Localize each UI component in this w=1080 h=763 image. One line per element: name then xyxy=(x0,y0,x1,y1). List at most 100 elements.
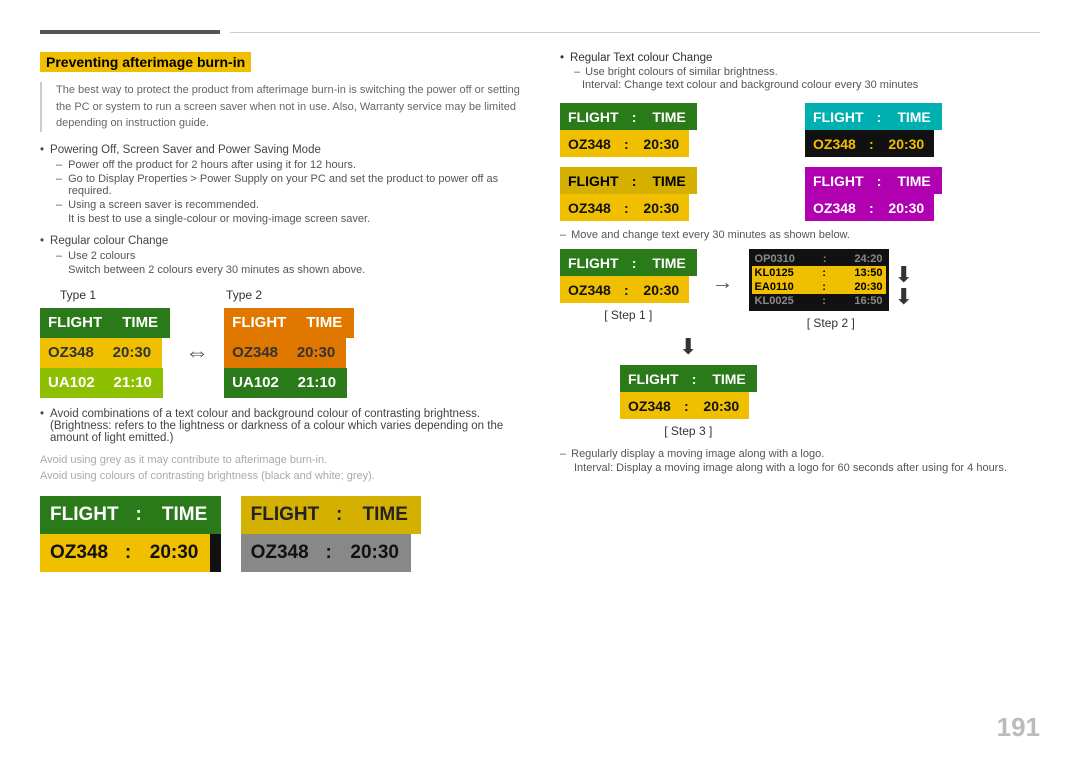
mini-board-2: FLIGHT : TIME OZ348 : 20:30 xyxy=(805,103,1040,157)
top-border-line xyxy=(230,32,1040,33)
content-area: Preventing afterimage burn-in The best w… xyxy=(40,52,1040,572)
top-border xyxy=(40,30,1040,34)
right-arrow: → xyxy=(712,269,734,295)
right-sub-1: – Use bright colours of similar brightne… xyxy=(560,66,1040,78)
bottom-black-colon-data: : xyxy=(118,534,138,572)
right-sub-2: Interval: Change text colour and backgro… xyxy=(560,79,1040,91)
sub-bullet-3: – Using a screen saver is recommended. xyxy=(40,199,530,211)
powering-bullet: • Powering Off, Screen Saver and Power S… xyxy=(40,144,530,156)
type2-oz348: OZ348 xyxy=(224,338,286,368)
type1-ua102: UA102 xyxy=(40,368,103,398)
regular-colour-section: • Regular colour Change – Use 2 colours … xyxy=(40,235,530,276)
type2-2110: 21:10 xyxy=(287,368,347,398)
type2-row1: FLIGHT TIME xyxy=(224,308,354,338)
type2-label: Type 2 xyxy=(226,288,262,302)
step1-2030: 20:30 xyxy=(634,276,689,303)
type2-flight-header: FLIGHT xyxy=(224,308,294,338)
bottom-gray-colon-hdr: : xyxy=(329,496,349,534)
type2-2030: 20:30 xyxy=(286,338,346,368)
bottom-black-colon-hdr: : xyxy=(129,496,149,534)
mb1-oz348: OZ348 xyxy=(560,130,619,157)
avoid-gray-text: Avoid using grey as it may contribute to… xyxy=(40,454,530,466)
steps-row: FLIGHT : TIME OZ348 : 20:30 [ Step 1 ] → xyxy=(560,249,1040,330)
type-section: Type 1 Type 2 FLIGHT TIME OZ348 20:30 xyxy=(40,288,530,398)
step3-flight: FLIGHT xyxy=(620,365,687,392)
mb4-time: TIME xyxy=(887,167,942,194)
type1-board: FLIGHT TIME OZ348 20:30 UA102 21:10 xyxy=(40,308,170,398)
bottom-black-flight: FLIGHT xyxy=(40,496,129,534)
mb2-time: TIME xyxy=(887,103,942,130)
type-boards: FLIGHT TIME OZ348 20:30 UA102 21:10 ⇔ xyxy=(40,308,530,398)
mb1-2030: 20:30 xyxy=(634,130,689,157)
mb4-flight: FLIGHT xyxy=(805,167,872,194)
page: Preventing afterimage burn-in The best w… xyxy=(0,0,1080,763)
scroll-row-4: KL0025:16:50 xyxy=(752,294,886,308)
scroll-row-1: OP0310:24:20 xyxy=(752,252,886,266)
step3-oz348: OZ348 xyxy=(620,392,679,419)
regular-section: – Regularly display a moving image along… xyxy=(560,448,1040,474)
bottom-black-data: OZ348 : 20:30 xyxy=(40,534,221,572)
move-dash: – Move and change text every 30 minutes … xyxy=(560,229,1040,241)
type1-flight-header: FLIGHT xyxy=(40,308,110,338)
mb3-flight: FLIGHT xyxy=(560,167,627,194)
sub-bullet-2: – Go to Display Properties > Power Suppl… xyxy=(40,173,530,197)
bottom-gray-2030: 20:30 xyxy=(339,534,411,572)
bottom-gray-data: OZ348 : 20:30 xyxy=(241,534,422,572)
section-title: Preventing afterimage burn-in xyxy=(40,52,251,72)
type1-oz348: OZ348 xyxy=(40,338,102,368)
arrow-down-2: ⬇ xyxy=(895,286,913,308)
step1-flight: FLIGHT xyxy=(560,249,627,276)
right-bullet: • Regular Text colour Change xyxy=(560,52,1040,64)
type-labels: Type 1 Type 2 xyxy=(40,288,530,302)
powering-section: • Powering Off, Screen Saver and Power S… xyxy=(40,144,530,225)
step3-time: TIME xyxy=(702,365,757,392)
exchange-arrow: ⇔ xyxy=(185,339,209,367)
reg-dash: – Regularly display a moving image along… xyxy=(560,448,1040,460)
mb3-colon2: : xyxy=(619,194,634,221)
bottom-black-oz348: OZ348 xyxy=(40,534,118,572)
type1-time-header: TIME xyxy=(110,308,170,338)
bottom-gray-colon-data: : xyxy=(319,534,339,572)
mb1-time: TIME xyxy=(642,103,697,130)
step3-down-arrow: ⬇ xyxy=(679,334,697,360)
left-column: Preventing afterimage burn-in The best w… xyxy=(40,52,530,572)
avoid-contrast-text: Avoid using colours of contrasting brigh… xyxy=(40,470,530,482)
step3-board: FLIGHT : TIME OZ348 : 20:30 xyxy=(620,365,757,419)
mb4-colon2: : xyxy=(864,194,879,221)
type1-row3: UA102 21:10 xyxy=(40,368,170,398)
bottom-board-gray: FLIGHT : TIME OZ348 : 20:30 xyxy=(241,496,422,572)
type1-row1: FLIGHT TIME xyxy=(40,308,170,338)
mb2-2030: 20:30 xyxy=(879,130,934,157)
scroll-board: OP0310:24:20 KL0125:13:50 EA0110:20:30 K… xyxy=(749,249,889,311)
type2-board: FLIGHT TIME OZ348 20:30 UA102 21:10 xyxy=(224,308,354,398)
arrow-down-1: ⬇ xyxy=(895,264,913,286)
sub-bullet-4: – It is best to use a single-colour or m… xyxy=(40,213,530,225)
mb4-colon: : xyxy=(872,167,887,194)
type1-row2: OZ348 20:30 xyxy=(40,338,170,368)
type2-ua102: UA102 xyxy=(224,368,287,398)
bottom-gray-time: TIME xyxy=(349,496,421,534)
top-border-accent xyxy=(40,30,220,34)
colour-sub-2: – Switch between 2 colours every 30 minu… xyxy=(40,264,530,276)
mb4-2030: 20:30 xyxy=(879,194,934,221)
mb3-2030: 20:30 xyxy=(634,194,689,221)
bullet-dot: • xyxy=(40,235,44,247)
colour-sub-1: – Use 2 colours xyxy=(40,250,530,262)
step1-label: [ Step 1 ] xyxy=(604,308,652,322)
step3-2030: 20:30 xyxy=(694,392,749,419)
regular-colour-bullet: • Regular colour Change xyxy=(40,235,530,247)
mb1-colon2: : xyxy=(619,130,634,157)
bottom-gray-flight: FLIGHT xyxy=(241,496,330,534)
down-arrows: ⬇ ⬇ xyxy=(895,264,913,308)
bottom-displays: FLIGHT : TIME OZ348 : 20:30 FLIGHT : xyxy=(40,496,530,572)
mini-board-4: FLIGHT : TIME OZ348 : 20:30 xyxy=(805,167,1040,221)
avoid-contrast-bullet: • Avoid combinations of a text colour an… xyxy=(40,408,530,444)
mini-board-3: FLIGHT : TIME OZ348 : 20:30 xyxy=(560,167,795,221)
bottom-black-hdr: FLIGHT : TIME xyxy=(40,496,221,534)
avoid-section: • Avoid combinations of a text colour an… xyxy=(40,408,530,444)
mb3-oz348: OZ348 xyxy=(560,194,619,221)
intro-text: The best way to protect the product from… xyxy=(40,82,530,132)
type2-row3: UA102 21:10 xyxy=(224,368,354,398)
mb1-colon: : xyxy=(627,103,642,130)
step2-label: [ Step 2 ] xyxy=(807,316,855,330)
